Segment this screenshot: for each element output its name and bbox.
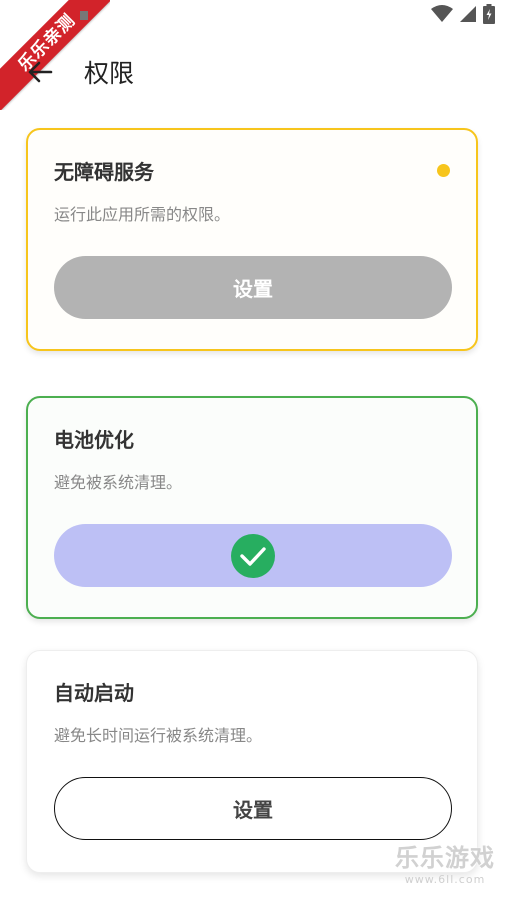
- card-accessibility-service: 无障碍服务 运行此应用所需的权限。 设置: [26, 128, 478, 351]
- notification-icon: [80, 11, 88, 20]
- status-bar: 乐乐亲测: [0, 0, 505, 110]
- status-icons: [431, 4, 495, 28]
- card-title: 电池优化: [54, 428, 134, 452]
- status-dot: [437, 164, 450, 177]
- arrow-left-icon: [27, 60, 53, 88]
- card-battery-optimization: 电池优化 避免被系统清理。: [26, 396, 478, 619]
- check-circle-icon: [231, 533, 275, 578]
- watermark-title: 乐乐游戏: [395, 844, 495, 872]
- button-label: 设置: [233, 277, 273, 301]
- battery-optimization-button[interactable]: [54, 524, 452, 587]
- page-title: 权限: [84, 59, 135, 88]
- accessibility-settings-button[interactable]: 设置: [54, 256, 452, 319]
- card-title: 自动启动: [54, 681, 134, 705]
- card-auto-start: 自动启动 避免长时间运行被系统清理。 设置: [26, 650, 478, 873]
- app-bar: 权限: [0, 48, 505, 100]
- wifi-icon: [431, 5, 453, 27]
- watermark-url: www.6ll.com: [404, 873, 486, 886]
- card-description: 运行此应用所需的权限。: [54, 205, 231, 224]
- battery-icon: [483, 4, 495, 28]
- button-label: 设置: [233, 798, 273, 822]
- watermark: 乐乐游戏 www.6ll.com: [389, 843, 501, 895]
- card-description: 避免被系统清理。: [54, 473, 183, 492]
- card-description: 避免长时间运行被系统清理。: [54, 726, 263, 745]
- auto-start-settings-button[interactable]: 设置: [54, 777, 452, 840]
- card-title: 无障碍服务: [54, 160, 154, 184]
- signal-icon: [459, 5, 477, 27]
- back-button[interactable]: [22, 56, 58, 92]
